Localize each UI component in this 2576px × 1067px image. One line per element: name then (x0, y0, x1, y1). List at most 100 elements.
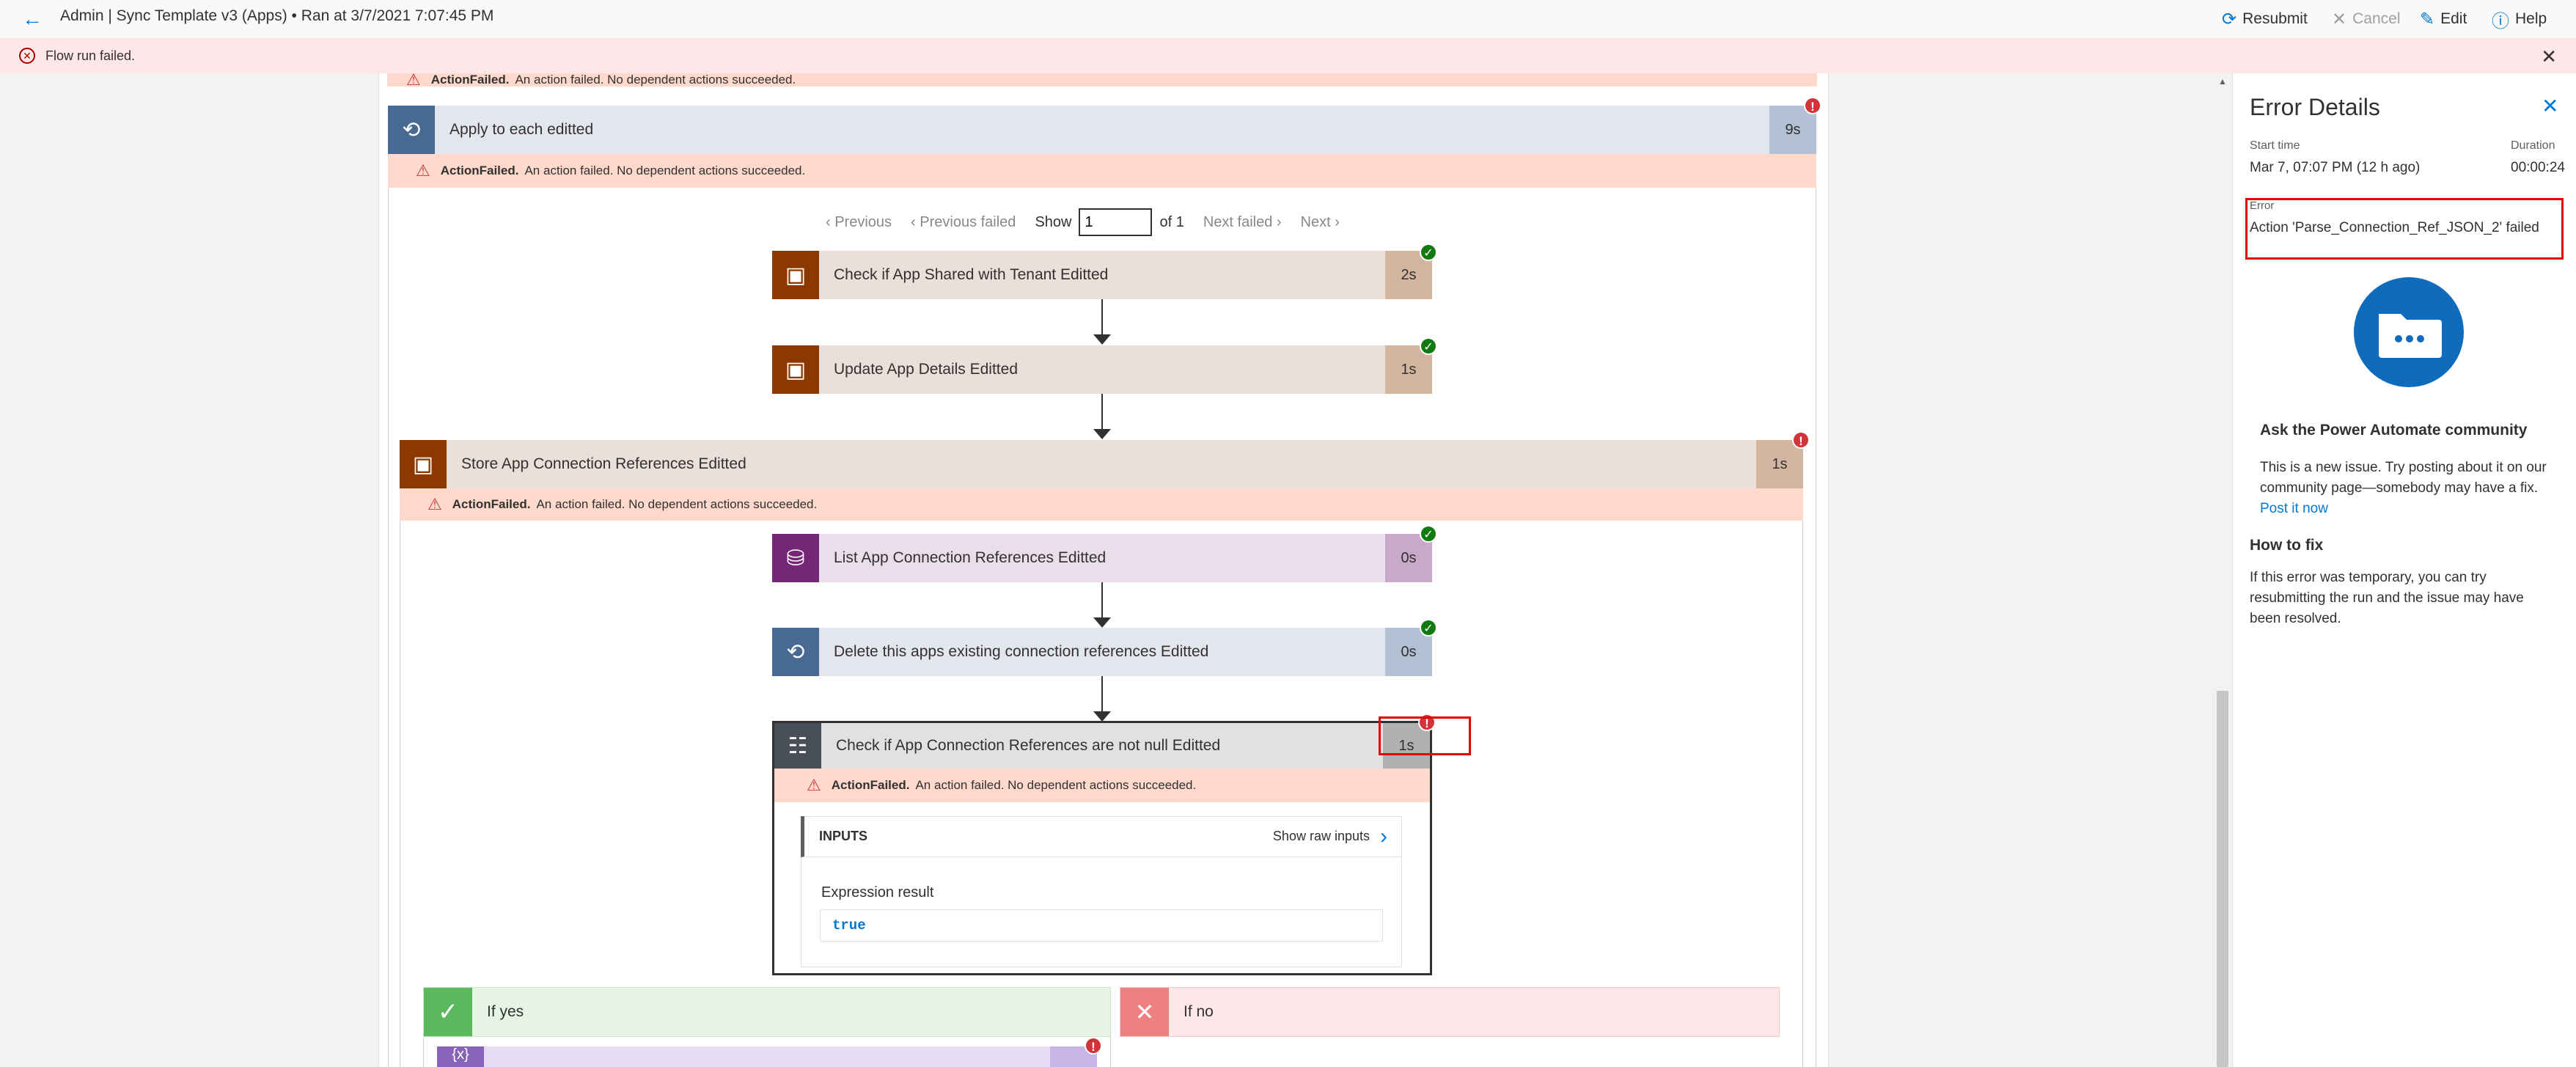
help-icon: ⓘ (2492, 11, 2509, 32)
warning-icon: ⚠ (428, 495, 442, 513)
community-folder-icon (2354, 277, 2464, 387)
warning-icon: ⚠ (406, 73, 421, 87)
apply-to-each-card[interactable]: ⟲ Apply to each editted 9s (388, 106, 1816, 154)
condition-icon: ☷ (774, 723, 821, 769)
scope-icon: ▣ (400, 440, 447, 488)
community-text: This is a new issue. Try posting about i… (2260, 460, 2547, 496)
action-failed-bar: ⚠ ActionFailed. An action failed. No dep… (774, 769, 1430, 802)
edit-button[interactable]: ✎ Edit (2420, 6, 2467, 32)
connector-line (1101, 299, 1103, 336)
pencil-icon: ✎ (2420, 9, 2435, 29)
expression-result-label: Expression result (821, 884, 934, 901)
connector-line (1101, 582, 1103, 619)
expression-result-value: true (820, 909, 1383, 942)
error-badge-icon: ! (1792, 431, 1810, 449)
error-label: Error (2250, 199, 2275, 212)
help-button[interactable]: ⓘ Help (2492, 6, 2547, 32)
post-it-now-link[interactable]: Post it now (2260, 501, 2328, 516)
if-no-branch[interactable]: ✕ If no (1120, 987, 1780, 1037)
error-badge-icon: ! (1085, 1037, 1102, 1055)
show-raw-label: Show raw inputs (1272, 829, 1370, 843)
help-label: Help (2515, 10, 2547, 27)
error-badge-icon: ! (1804, 97, 1821, 114)
scope-card[interactable]: ▣ Store App Connection References Editte… (400, 440, 1803, 488)
error-circle-icon: ✕ (19, 48, 35, 64)
iteration-pager: ‹ Previous ‹ Previous failed Show of 1 N… (826, 208, 1340, 236)
next-button[interactable]: Next › (1301, 214, 1340, 231)
inputs-title: INPUTS (819, 829, 868, 843)
action-label: Delete this apps existing connection ref… (834, 643, 1209, 660)
failed-text: An action failed. No dependent actions s… (536, 497, 818, 511)
previous-failed-button[interactable]: ‹ Previous failed (911, 214, 1016, 231)
action-label: Check if App Connection References are n… (836, 737, 1221, 754)
action-label: Store App Connection References Editted (461, 455, 746, 472)
error-message: Flow run failed. (45, 48, 136, 63)
action-card[interactable]: ⛁ List App Connection References Editted… (772, 534, 1432, 582)
resubmit-button[interactable]: ⟳ Resubmit (2222, 6, 2308, 32)
previous-label: Previous (834, 213, 892, 230)
database-icon: ⛁ (772, 534, 819, 582)
action-card[interactable]: ▣ Check if App Shared with Tenant Editte… (772, 251, 1432, 299)
branch-label: If no (1184, 1003, 1214, 1020)
duration-value: 00:00:24 (2511, 160, 2565, 175)
if-yes-branch[interactable]: ✓ If yes (423, 987, 1111, 1037)
action-failed-bar: ⚠ ActionFailed. An action failed. No dep… (400, 488, 1803, 521)
community-title: Ask the Power Automate community (2260, 422, 2528, 439)
highlight-box (1379, 716, 1471, 755)
arrow-down-icon (1093, 711, 1111, 722)
refresh-icon: ⟳ (2222, 9, 2237, 29)
success-check-icon: ✓ (1420, 337, 1437, 355)
success-check-icon: ✓ (1420, 525, 1437, 543)
branch-label: If yes (487, 1003, 524, 1020)
close-panel-icon[interactable]: ✕ (2542, 94, 2558, 118)
next-label: Next (1300, 213, 1331, 230)
edit-label: Edit (2440, 10, 2467, 27)
partial-action-card[interactable]: {x} (437, 1046, 1097, 1067)
duration-label: Duration (2511, 139, 2555, 152)
start-time-value: Mar 7, 07:07 PM (12 h ago) (2250, 160, 2421, 175)
failed-code: ActionFailed. (831, 778, 910, 792)
iteration-input[interactable] (1079, 208, 1153, 236)
condition-header[interactable]: ☷ Check if App Connection References are… (774, 723, 1430, 769)
cancel-button[interactable]: ✕ Cancel (2332, 6, 2400, 32)
error-message-bar: ✕ Flow run failed. ✕ (0, 38, 2576, 73)
community-text-block: This is a new issue. Try posting about i… (2260, 458, 2561, 519)
action-failed-bar: ⚠ ActionFailed. An action failed. No dep… (387, 73, 1817, 87)
how-to-fix-title: How to fix (2250, 537, 2324, 554)
resubmit-label: Resubmit (2242, 10, 2308, 27)
action-label: Check if App Shared with Tenant Editted (834, 266, 1109, 283)
next-failed-label: Next failed (1203, 213, 1273, 230)
page-title: Admin | Sync Template v3 (Apps) • Ran at… (60, 7, 494, 24)
action-card[interactable]: ▣ Update App Details Editted 1s (772, 345, 1432, 394)
show-group: Show of 1 (1035, 208, 1184, 236)
connector-line (1101, 394, 1103, 430)
action-card[interactable]: ⟲ Delete this apps existing connection r… (772, 628, 1432, 676)
inputs-header: INPUTS Show raw inputs › (801, 816, 1402, 857)
failed-code: ActionFailed. (440, 164, 519, 177)
action-label: Apply to each editted (449, 121, 594, 138)
panel-title: Error Details (2250, 94, 2380, 120)
warning-icon: ⚠ (807, 776, 821, 794)
scroll-up-arrow-icon[interactable]: ▲ (2217, 76, 2228, 87)
start-time-label: Start time (2250, 139, 2300, 152)
next-failed-button[interactable]: Next failed › (1203, 214, 1282, 231)
control-icon: ▣ (772, 251, 819, 299)
success-check-icon: ✓ (1420, 619, 1437, 637)
failed-code: ActionFailed. (430, 73, 510, 87)
failed-text: An action failed. No dependent actions s… (524, 164, 806, 177)
scrollbar-thumb[interactable] (2217, 691, 2228, 1067)
action-failed-bar: ⚠ ActionFailed. An action failed. No dep… (388, 154, 1816, 188)
show-label: Show (1035, 213, 1072, 230)
back-arrow-icon[interactable]: ← (19, 6, 45, 32)
loop-icon: ⟲ (388, 106, 435, 154)
previous-failed-label: Previous failed (920, 213, 1016, 230)
action-label: Update App Details Editted (834, 361, 1018, 378)
dismiss-close-icon[interactable]: ✕ (2541, 45, 2557, 68)
arrow-down-icon (1093, 617, 1111, 628)
previous-button[interactable]: ‹ Previous (826, 214, 892, 231)
warning-icon: ⚠ (416, 161, 430, 180)
control-icon: ▣ (772, 345, 819, 394)
chevron-right-icon: › (1380, 824, 1387, 848)
failed-text: An action failed. No dependent actions s… (915, 778, 1197, 792)
show-raw-inputs-link[interactable]: Show raw inputs › (1273, 824, 1387, 849)
